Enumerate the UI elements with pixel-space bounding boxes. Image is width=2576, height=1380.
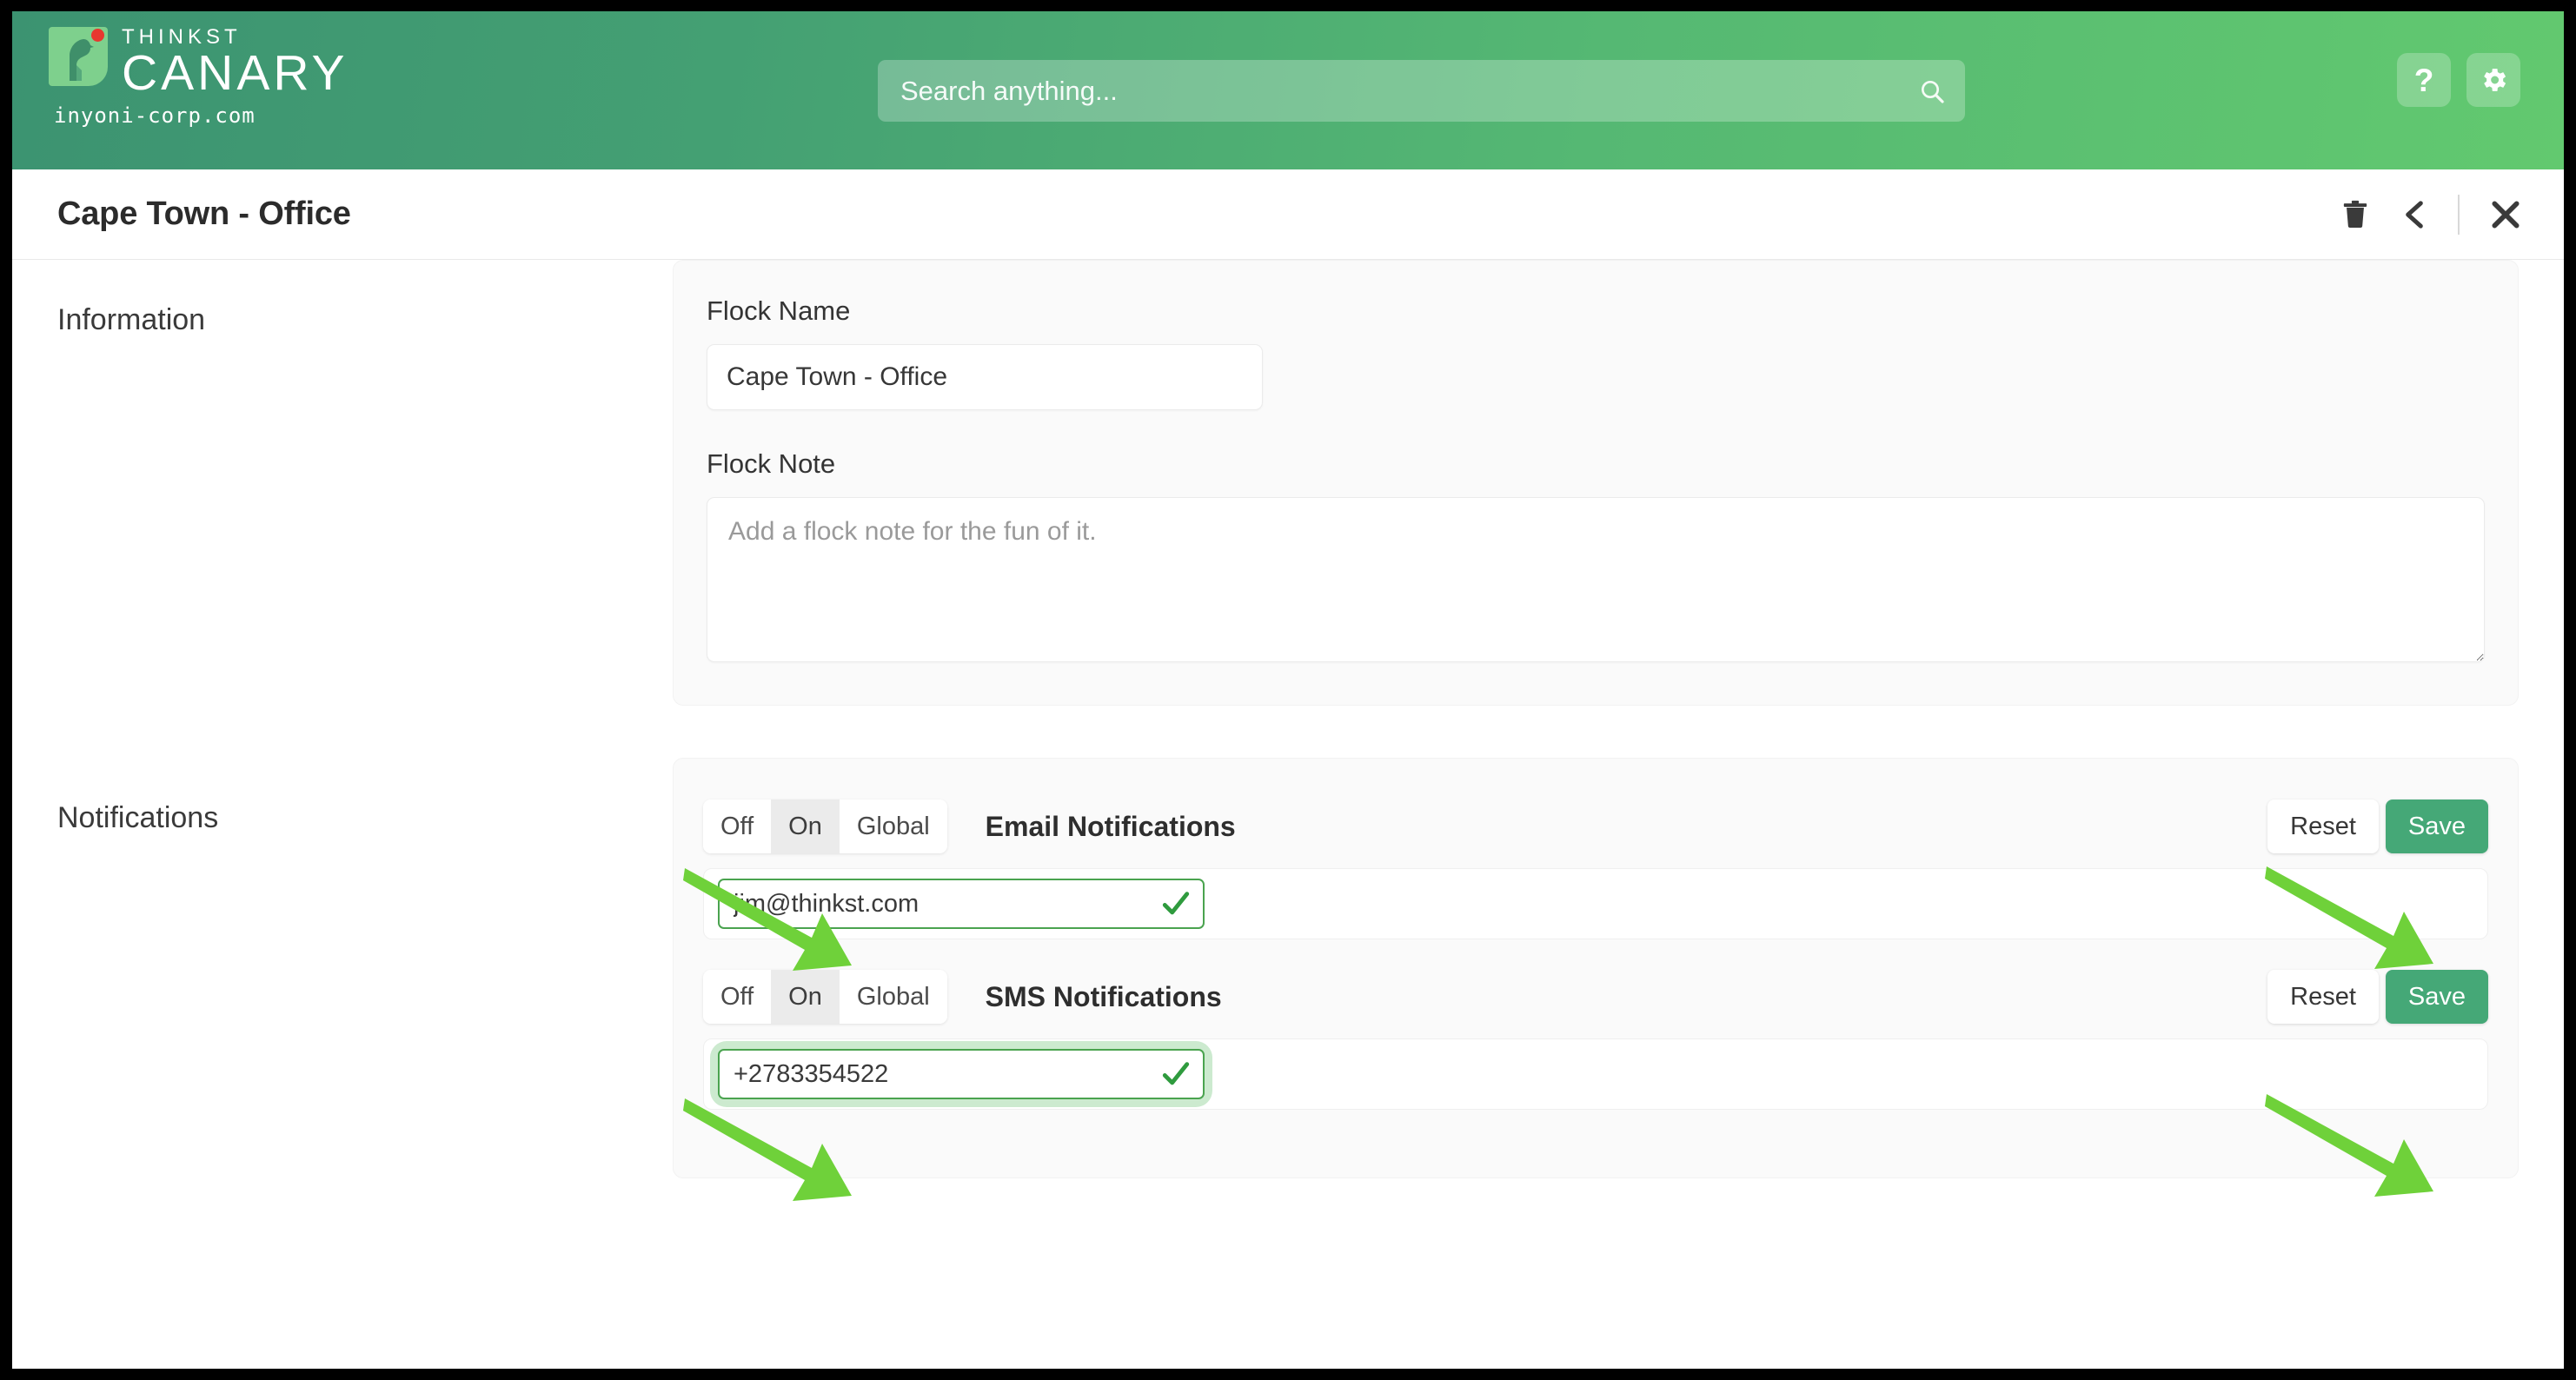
page-titlebar: Cape Town - Office	[12, 169, 2564, 260]
email-notifications-row: Off On Global Email Notifications Reset …	[703, 785, 2488, 868]
email-input[interactable]	[718, 879, 1205, 929]
brand-wordmark: THINKST CANARY	[122, 23, 349, 101]
chevron-left-icon	[2406, 200, 2423, 229]
sms-save-button[interactable]: Save	[2385, 970, 2488, 1024]
sms-row-actions: Reset Save	[2267, 970, 2488, 1024]
page-actions	[2340, 194, 2522, 235]
information-section: Information Flock Name Flock Note	[12, 260, 2564, 706]
notifications-card: Off On Global Email Notifications Reset …	[673, 758, 2519, 1178]
gear-icon	[2484, 69, 2506, 91]
search-input[interactable]	[878, 60, 1965, 122]
sms-toggle-on[interactable]: On	[771, 970, 840, 1024]
sms-toggle-off[interactable]: Off	[703, 970, 772, 1024]
email-toggle-on[interactable]: On	[771, 799, 840, 853]
email-reset-button[interactable]: Reset	[2267, 799, 2379, 853]
email-row-actions: Reset Save	[2267, 799, 2488, 853]
app-window: THINKST CANARY inyoni-corp.com ?	[12, 11, 2564, 1369]
settings-button[interactable]	[2466, 53, 2520, 107]
help-button[interactable]: ?	[2397, 53, 2451, 107]
information-section-label: Information	[57, 303, 206, 336]
sms-reset-button[interactable]: Reset	[2267, 970, 2379, 1024]
notifications-section: Notifications Off On Global Email Notifi…	[12, 758, 2564, 1178]
search-icon[interactable]	[1918, 77, 1946, 105]
sms-toggle-global[interactable]: Global	[839, 970, 947, 1024]
canary-bird-logo-icon	[49, 27, 108, 86]
email-save-button[interactable]: Save	[2385, 799, 2488, 853]
bird-silhouette-icon	[70, 39, 94, 81]
sms-phone-input[interactable]	[718, 1049, 1205, 1099]
page-title: Cape Town - Office	[57, 196, 351, 232]
trash-icon	[2343, 200, 2367, 228]
sms-value-row	[703, 1038, 2488, 1110]
question-mark-icon: ?	[2413, 62, 2434, 98]
close-button[interactable]	[2489, 198, 2522, 231]
delete-flock-button[interactable]	[2340, 198, 2371, 231]
sms-notifications-label: SMS Notifications	[985, 980, 1222, 1012]
notifications-section-label: Notifications	[57, 801, 219, 834]
brand-logo-row: THINKST CANARY	[49, 23, 349, 101]
flock-name-input[interactable]	[707, 344, 1263, 410]
brand-logo[interactable]: THINKST CANARY inyoni-corp.com	[49, 23, 349, 128]
email-notifications-toggle[interactable]: Off On Global	[703, 799, 947, 853]
field-spacer	[707, 410, 2485, 448]
brand-canary-text: CANARY	[122, 45, 349, 101]
email-input-wrapper[interactable]	[718, 879, 1205, 929]
email-value-row	[703, 868, 2488, 939]
sms-notifications-toggle[interactable]: Off On Global	[703, 970, 947, 1024]
header-actions: ?	[2397, 53, 2520, 107]
global-search[interactable]	[878, 60, 1965, 122]
tenant-domain: inyoni-corp.com	[54, 103, 256, 129]
email-toggle-off[interactable]: Off	[703, 799, 772, 853]
email-toggle-global[interactable]: Global	[839, 799, 947, 853]
close-x-icon	[2492, 200, 2520, 229]
back-button[interactable]	[2400, 198, 2428, 231]
page-content: Information Flock Name Flock Note Notifi…	[12, 260, 2564, 1369]
flock-name-label: Flock Name	[707, 295, 851, 326]
flock-note-label: Flock Note	[707, 448, 836, 479]
email-notifications-label: Email Notifications	[985, 810, 1236, 842]
global-header: THINKST CANARY inyoni-corp.com ?	[12, 11, 2564, 169]
information-card: Flock Name Flock Note	[673, 260, 2519, 706]
flock-note-textarea[interactable]	[707, 497, 2485, 662]
sms-notifications-row: Off On Global SMS Notifications Reset Sa…	[703, 955, 2488, 1038]
action-divider	[2458, 194, 2460, 235]
sms-phone-input-wrapper[interactable]	[718, 1049, 1205, 1099]
